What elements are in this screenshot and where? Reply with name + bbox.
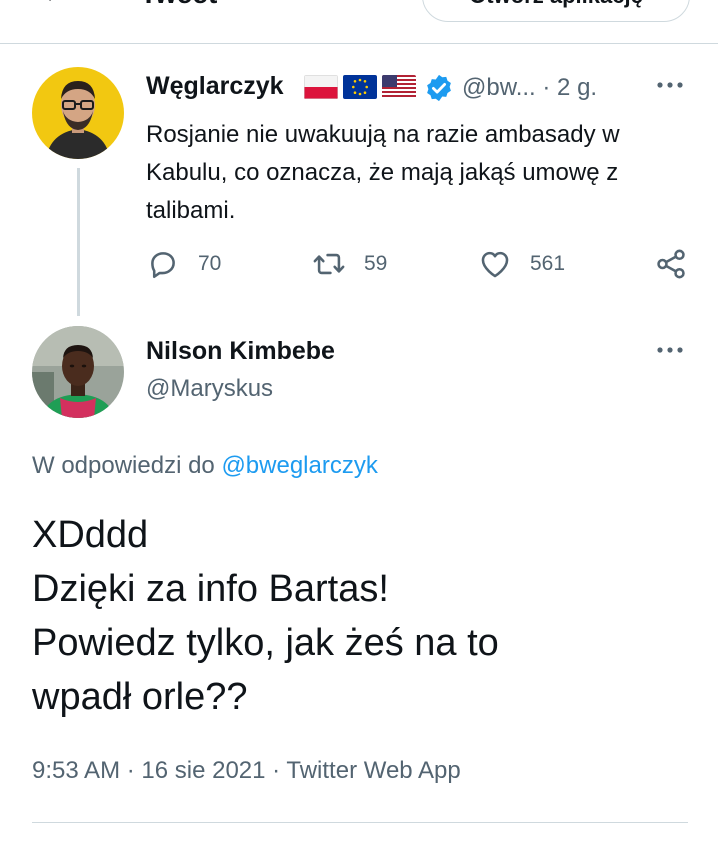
open-app-button[interactable]: Otwórz aplikację (422, 0, 690, 22)
top-bar: Tweet Otwórz aplikację (0, 0, 718, 44)
tweet-text-line: XDddd (32, 514, 149, 556)
verified-badge-icon (427, 74, 451, 102)
retweet-action[interactable]: 59 (312, 246, 387, 282)
reply-count: 70 (198, 252, 222, 275)
more-options-icon[interactable] (654, 340, 686, 360)
tweet-actions: 70 59 561 (146, 246, 694, 282)
like-action[interactable]: 561 (478, 246, 565, 282)
usa-flag-icon (382, 75, 416, 99)
eu-flag-icon (343, 75, 377, 99)
profile-flags (304, 75, 416, 101)
more-options-icon[interactable] (654, 75, 686, 95)
retweet-icon (313, 253, 345, 275)
thread-connector-line (77, 168, 80, 316)
reply-to-line: W odpowiedzi do @bweglarczyk (32, 452, 378, 480)
author-handle-time[interactable]: @bw... · 2 g. (462, 74, 597, 102)
share-action[interactable] (654, 246, 688, 282)
share-icon (657, 249, 685, 279)
tweet-text-line: Powiedz tylko, jak żeś na to (32, 622, 499, 664)
heart-icon (481, 251, 509, 278)
reply-icon (151, 252, 175, 279)
tweet-text-line: wpadł orle?? (32, 676, 248, 718)
reply-to-mention-link[interactable]: @bweglarczyk (221, 452, 377, 479)
avatar-image (32, 326, 124, 418)
poland-flag-icon (304, 75, 338, 99)
author-name[interactable]: Węglarczyk (146, 72, 284, 101)
reply-action[interactable]: 70 (146, 246, 221, 282)
page-title: Tweet (140, 0, 217, 8)
back-arrow-icon[interactable] (40, 0, 62, 4)
author-handle[interactable]: @Maryskus (146, 375, 273, 403)
retweet-count: 59 (364, 252, 388, 275)
reply-to-prefix: W odpowiedzi do (32, 452, 215, 479)
divider (32, 822, 688, 823)
avatar-image (32, 67, 124, 159)
avatar[interactable] (32, 326, 124, 418)
tweet-text: XDddd Dzięki za info Bartas! Powiedz tyl… (32, 508, 692, 724)
tweet-text-line: Dzięki za info Bartas! (32, 568, 389, 610)
tweet-timestamp-source[interactable]: 9:53 AM · 16 sie 2021 · Twitter Web App (32, 757, 461, 785)
tweet-text: Rosjanie nie uwakuują na razie ambasady … (146, 121, 620, 224)
author-name[interactable]: Nilson Kimbebe (146, 337, 335, 366)
like-count: 561 (530, 252, 566, 275)
avatar[interactable] (32, 67, 124, 159)
